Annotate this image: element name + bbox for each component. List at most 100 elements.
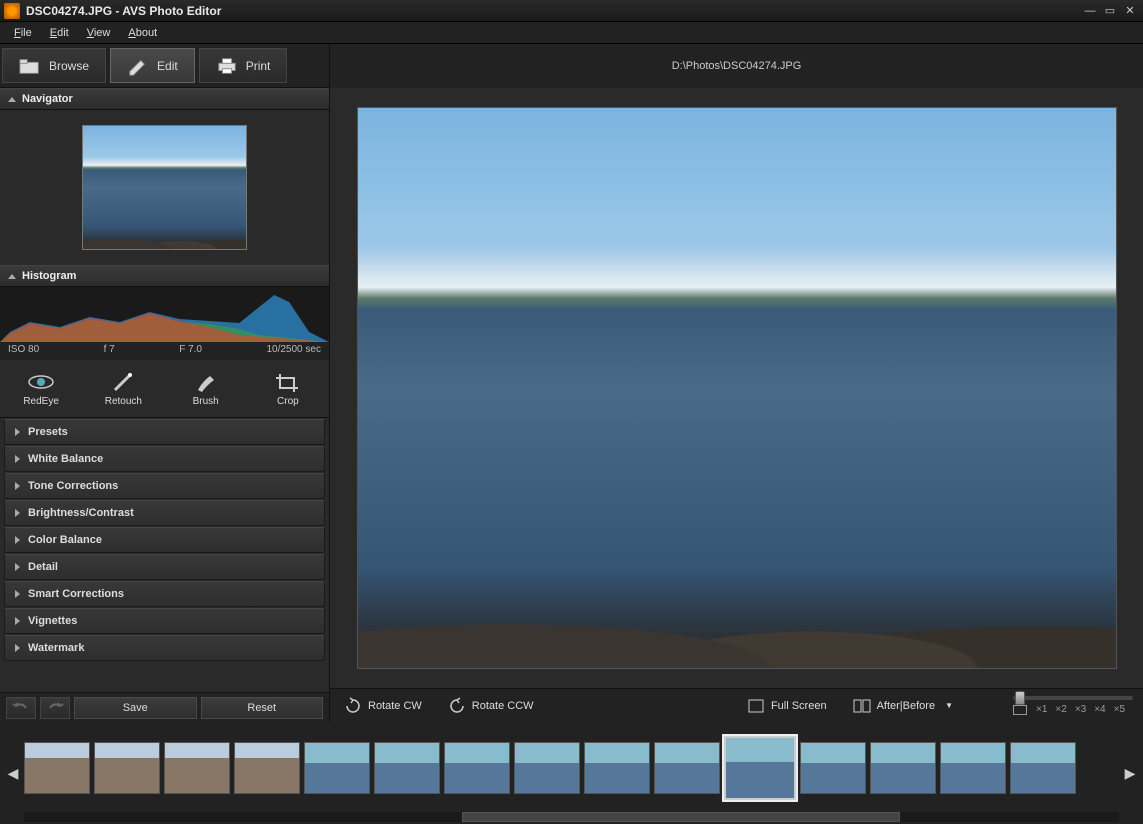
tab-edit[interactable]: Edit bbox=[110, 48, 195, 83]
zoom-thumb[interactable] bbox=[1015, 691, 1025, 705]
thumbnail[interactable] bbox=[800, 742, 866, 794]
thumbnail-image bbox=[235, 743, 299, 793]
strip-scrollbar[interactable] bbox=[24, 812, 1119, 822]
thumbnail[interactable] bbox=[584, 742, 650, 794]
maximize-button[interactable]: ▭ bbox=[1101, 4, 1119, 18]
redo-button[interactable] bbox=[40, 697, 70, 719]
thumbnails bbox=[20, 730, 1123, 816]
accordion-label: Tone Corrections bbox=[28, 480, 118, 492]
thumbnail[interactable] bbox=[24, 742, 90, 794]
tab-edit-label: Edit bbox=[157, 59, 178, 73]
rotate-ccw-button[interactable]: Rotate CCW bbox=[444, 694, 538, 718]
redo-icon bbox=[46, 702, 64, 714]
zoom-slider[interactable] bbox=[1013, 696, 1133, 700]
accordion-smart-corrections[interactable]: Smart Corrections bbox=[4, 581, 325, 607]
chevron-right-icon bbox=[15, 536, 20, 544]
thumbnail-image bbox=[871, 743, 935, 793]
accordion-color-balance[interactable]: Color Balance bbox=[4, 527, 325, 553]
zoom-preset[interactable]: ×2 bbox=[1052, 704, 1069, 715]
thumbnail[interactable] bbox=[654, 742, 720, 794]
accordion-label: Watermark bbox=[28, 642, 84, 654]
menu-file[interactable]: File bbox=[6, 25, 40, 41]
crop-icon bbox=[274, 370, 302, 394]
thumbnail[interactable] bbox=[724, 736, 796, 800]
mode-tabs: Browse Edit Print bbox=[0, 44, 329, 88]
zoom-preset[interactable]: ×5 bbox=[1111, 704, 1128, 715]
main-image[interactable] bbox=[357, 107, 1117, 669]
strip-prev-button[interactable]: ◀ bbox=[6, 738, 20, 808]
navigator-thumbnail[interactable] bbox=[82, 125, 247, 250]
accordion-watermark[interactable]: Watermark bbox=[4, 635, 325, 661]
thumbnail-image bbox=[941, 743, 1005, 793]
fullscreen-button[interactable]: Full Screen bbox=[743, 694, 831, 718]
tab-print-label: Print bbox=[246, 59, 271, 73]
histogram-chart bbox=[0, 287, 329, 342]
histogram-header[interactable]: Histogram bbox=[0, 265, 329, 287]
pencil-icon bbox=[127, 56, 149, 76]
image-viewer bbox=[330, 88, 1143, 688]
tool-retouch[interactable]: Retouch bbox=[82, 360, 164, 417]
chevron-right-icon bbox=[15, 509, 20, 517]
menu-about[interactable]: About bbox=[120, 25, 165, 41]
thumbnail[interactable] bbox=[94, 742, 160, 794]
thumbnail[interactable] bbox=[444, 742, 510, 794]
chevron-up-icon bbox=[8, 97, 16, 102]
file-path: D:\Photos\DSC04274.JPG bbox=[330, 44, 1143, 88]
accordion-label: White Balance bbox=[28, 453, 103, 465]
accordion-brightness-contrast[interactable]: Brightness/Contrast bbox=[4, 500, 325, 526]
thumbnail[interactable] bbox=[374, 742, 440, 794]
undo-button[interactable] bbox=[6, 697, 36, 719]
afterbefore-button[interactable]: After|Before ▼ bbox=[849, 694, 957, 718]
accordion-detail[interactable]: Detail bbox=[4, 554, 325, 580]
thumbnail[interactable] bbox=[514, 742, 580, 794]
chevron-right-icon bbox=[15, 563, 20, 571]
zoom-preset[interactable]: ×3 bbox=[1072, 704, 1089, 715]
thumbnail-image bbox=[95, 743, 159, 793]
tool-brush[interactable]: Brush bbox=[165, 360, 247, 417]
save-button[interactable]: Save bbox=[74, 697, 197, 719]
right-panel: D:\Photos\DSC04274.JPG Rotate CW Rotate … bbox=[330, 44, 1143, 722]
thumbnail-image bbox=[655, 743, 719, 793]
histo-shutter: 10/2500 sec bbox=[266, 344, 321, 358]
folder-icon bbox=[19, 56, 41, 76]
title-sep: - bbox=[112, 4, 122, 18]
accordion-tone-corrections[interactable]: Tone Corrections bbox=[4, 473, 325, 499]
tool-row: RedEye Retouch Brush Crop bbox=[0, 360, 329, 418]
strip-next-button[interactable]: ▶ bbox=[1123, 738, 1137, 808]
fit-icon[interactable] bbox=[1013, 705, 1027, 715]
thumbnail-image bbox=[165, 743, 229, 793]
accordion-white-balance[interactable]: White Balance bbox=[4, 446, 325, 472]
histo-aperture2: F 7.0 bbox=[179, 344, 202, 358]
close-button[interactable]: ✕ bbox=[1121, 4, 1139, 18]
thumbnail[interactable] bbox=[870, 742, 936, 794]
chevron-right-icon bbox=[15, 644, 20, 652]
tab-print[interactable]: Print bbox=[199, 48, 288, 83]
tab-browse[interactable]: Browse bbox=[2, 48, 106, 83]
thumbnail[interactable] bbox=[234, 742, 300, 794]
menu-view[interactable]: View bbox=[79, 25, 119, 41]
tool-crop[interactable]: Crop bbox=[247, 360, 329, 417]
thumbnail[interactable] bbox=[304, 742, 370, 794]
accordion-presets[interactable]: Presets bbox=[4, 419, 325, 445]
app-icon bbox=[4, 3, 20, 19]
thumbnail[interactable] bbox=[940, 742, 1006, 794]
chevron-right-icon bbox=[15, 455, 20, 463]
zoom-preset[interactable]: ×1 bbox=[1033, 704, 1050, 715]
menu-edit[interactable]: Edit bbox=[42, 25, 77, 41]
rotate-cw-button[interactable]: Rotate CW bbox=[340, 694, 426, 718]
navigator-header[interactable]: Navigator bbox=[0, 88, 329, 110]
zoom-preset[interactable]: ×4 bbox=[1091, 704, 1108, 715]
dropdown-arrow-icon: ▼ bbox=[945, 701, 953, 710]
window-title: DSC04274.JPG - AVS Photo Editor bbox=[26, 4, 221, 18]
thumbnail[interactable] bbox=[1010, 742, 1076, 794]
minimize-button[interactable]: — bbox=[1081, 4, 1099, 18]
accordion-label: Detail bbox=[28, 561, 58, 573]
action-row: Save Reset bbox=[0, 692, 329, 722]
scrollbar-thumb[interactable] bbox=[462, 812, 900, 822]
thumbnail[interactable] bbox=[164, 742, 230, 794]
accordion-vignettes[interactable]: Vignettes bbox=[4, 608, 325, 634]
tool-retouch-label: Retouch bbox=[105, 396, 142, 407]
tool-redeye[interactable]: RedEye bbox=[0, 360, 82, 417]
thumbnail-image bbox=[515, 743, 579, 793]
reset-button[interactable]: Reset bbox=[201, 697, 324, 719]
